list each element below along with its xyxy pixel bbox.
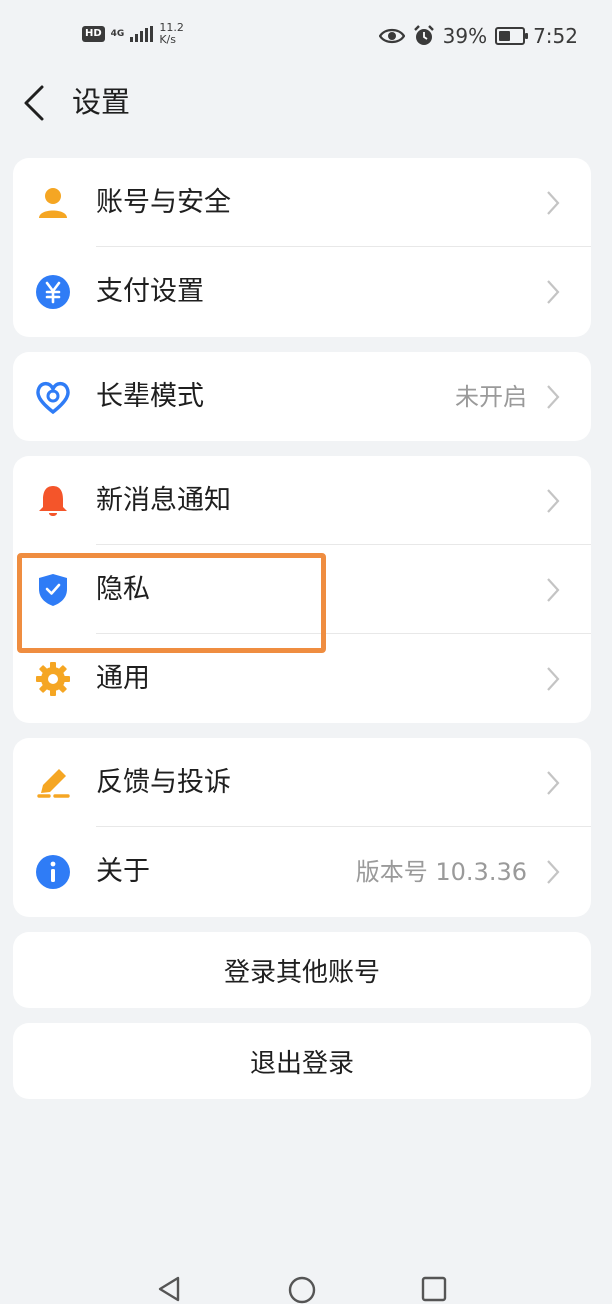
app-header: 设置 [0,78,612,128]
info-icon [36,855,70,889]
nav-back-icon[interactable] [156,1276,182,1302]
network-speed: 11.2 K/s [159,22,184,46]
system-nav-bar [0,1260,612,1304]
settings-group-elder: 长辈模式 未开启 [13,352,591,441]
nav-recents-icon[interactable] [421,1276,447,1302]
logout-button[interactable]: 退出登录 [13,1023,591,1099]
heart-hands-icon [36,381,70,415]
chevron-right-icon [547,280,560,304]
status-left: HD 4G 11.2 K/s [82,22,184,46]
gear-icon [36,662,70,696]
chevron-right-icon [547,578,560,602]
status-right: 39% 7:52 [378,24,578,48]
row-notifications[interactable]: 新消息通知 [13,456,591,545]
row-label: 新消息通知 [96,484,231,516]
nav-home-icon[interactable] [288,1276,316,1304]
chevron-right-icon [547,385,560,409]
bell-icon [39,486,67,516]
person-icon [39,188,67,218]
row-feedback[interactable]: 反馈与投诉 [13,738,591,827]
switch-account-card: 登录其他账号 [13,932,591,1008]
status-bar: HD 4G 11.2 K/s 39% 7:52 [0,0,612,70]
row-account-security[interactable]: 账号与安全 [13,158,591,247]
battery-percent: 39% [442,24,488,48]
row-label: 账号与安全 [96,186,231,218]
page-title: 设置 [72,85,131,119]
speed-unit: K/s [159,33,176,46]
battery-icon [495,27,529,45]
eye-icon [378,28,405,44]
switch-account-button[interactable]: 登录其他账号 [13,932,591,1008]
row-label: 关于 [96,855,150,887]
row-value: 未开启 [455,382,527,411]
network-type: 4G [110,28,125,39]
hd-badge: HD [82,26,105,42]
alarm-icon [413,25,434,45]
yuan-icon [36,275,70,309]
chevron-right-icon [547,489,560,513]
row-label: 支付设置 [96,275,204,307]
pencil-icon [37,769,70,798]
chevron-right-icon [547,667,560,691]
row-elder-mode[interactable]: 长辈模式 未开启 [13,352,591,441]
version-value: 版本号 10.3.36 [355,857,527,886]
chevron-right-icon [547,860,560,884]
settings-group-support: 反馈与投诉 关于 版本号 10.3.36 [13,738,591,917]
signal-icon [130,26,154,42]
row-label: 通用 [96,662,150,694]
row-about[interactable]: 关于 版本号 10.3.36 [13,827,591,916]
row-payment-settings[interactable]: 支付设置 [13,247,591,336]
back-arrow-icon[interactable] [20,84,50,122]
highlight-box [17,553,326,653]
chevron-right-icon [547,771,560,795]
row-label: 长辈模式 [96,380,204,412]
clock: 7:52 [533,24,578,48]
row-label: 反馈与投诉 [96,766,231,798]
settings-group-account: 账号与安全 支付设置 [13,158,591,337]
chevron-right-icon [547,191,560,215]
logout-card: 退出登录 [13,1023,591,1099]
